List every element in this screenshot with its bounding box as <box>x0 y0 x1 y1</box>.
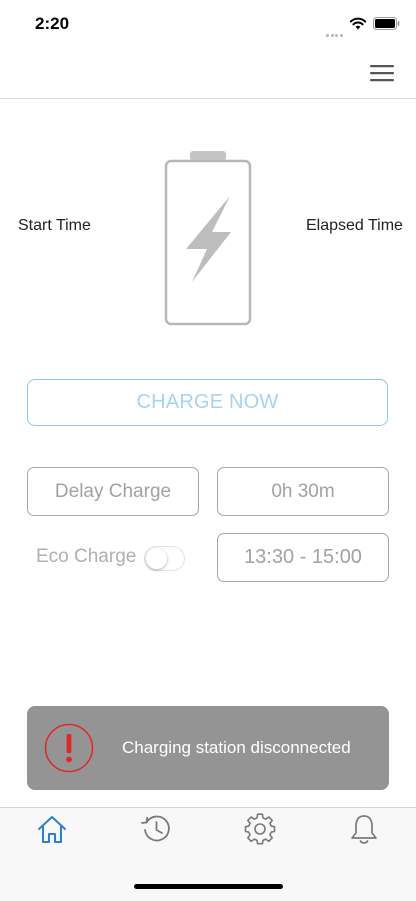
cellular-signal-icon <box>326 24 344 37</box>
history-icon[interactable] <box>139 812 173 846</box>
wifi-icon <box>349 17 367 30</box>
hamburger-menu-icon[interactable] <box>368 62 396 84</box>
start-time-label: Start Time <box>18 217 91 234</box>
home-icon[interactable] <box>35 813 69 847</box>
eco-toggle-knob <box>146 548 167 569</box>
alert-icon <box>44 723 94 773</box>
charge-now-button[interactable]: CHARGE NOW <box>27 379 388 426</box>
home-indicator <box>134 884 283 889</box>
delay-duration-selector[interactable]: 0h 30m <box>217 467 389 516</box>
gear-icon[interactable] <box>243 812 277 846</box>
eco-charge-label: Eco Charge <box>36 546 137 567</box>
status-bar-time: 2:20 <box>35 14 70 33</box>
eco-time-range-selector[interactable]: 13:30 - 15:00 <box>217 533 389 582</box>
eco-charge-toggle[interactable] <box>144 546 185 571</box>
elapsed-time-label: Elapsed Time <box>306 217 403 234</box>
battery-status-icon <box>373 17 400 30</box>
delay-charge-button[interactable]: Delay Charge <box>27 467 199 516</box>
battery-charging-icon <box>164 151 252 326</box>
toast-message: Charging station disconnected <box>122 738 351 757</box>
bell-icon[interactable] <box>347 812 381 846</box>
app-header <box>0 46 416 99</box>
